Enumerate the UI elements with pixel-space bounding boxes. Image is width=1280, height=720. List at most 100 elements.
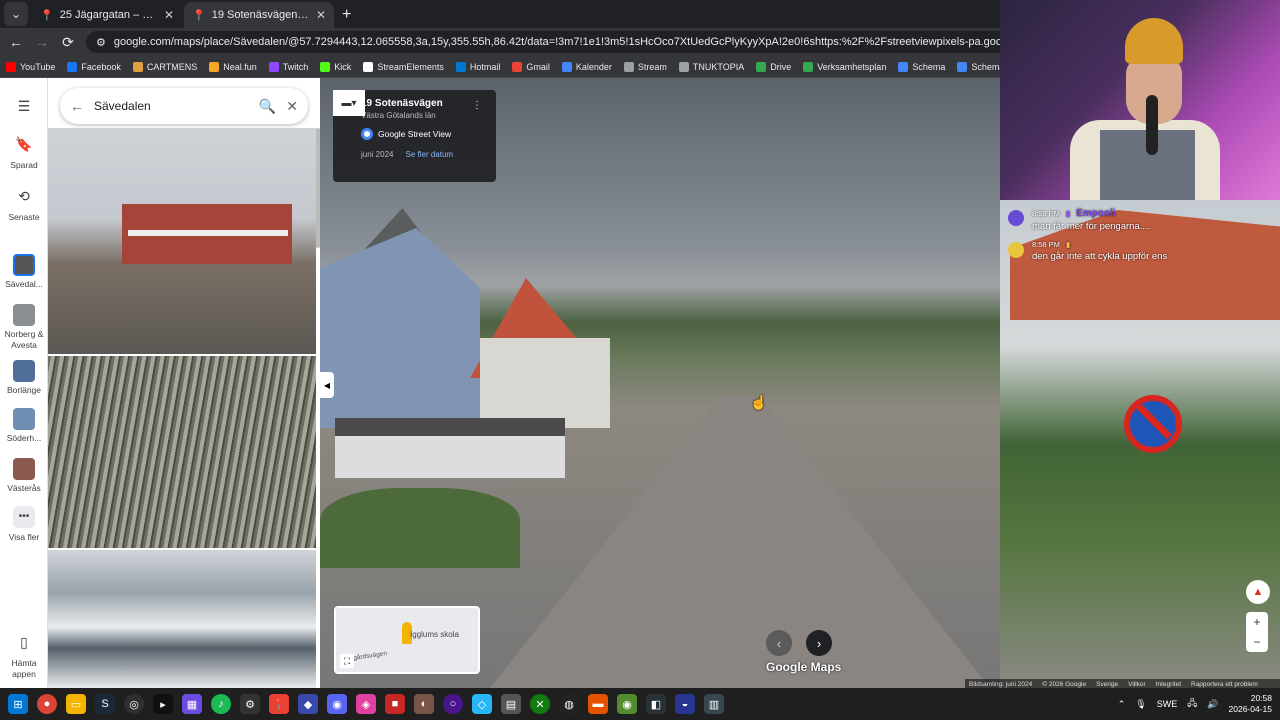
- bookmark-item[interactable]: YouTube: [6, 61, 55, 72]
- rail-show-more[interactable]: ••• Visa fler: [0, 506, 48, 543]
- tab-search-button[interactable]: ⌄: [4, 2, 28, 26]
- chevron-up-icon[interactable]: ⌃: [1118, 699, 1126, 710]
- chat-time: 8:58 PM: [1032, 240, 1060, 249]
- chrome-icon[interactable]: ●: [37, 694, 57, 714]
- new-tab-button[interactable]: +: [342, 2, 351, 28]
- back-icon[interactable]: ←: [8, 34, 24, 50]
- settings-icon[interactable]: ⚙: [240, 694, 260, 714]
- tab-jagargatan[interactable]: 📍 25 Jägargatan – Google Maps ✕: [32, 2, 182, 28]
- place-photo[interactable]: [48, 550, 316, 688]
- bookmark-item[interactable]: Verksamhetsplan: [803, 61, 886, 72]
- compass-icon[interactable]: ▲: [1246, 580, 1270, 604]
- menu-button[interactable]: ☰: [0, 96, 48, 122]
- app-icon[interactable]: ◇: [472, 694, 492, 714]
- rail-saved[interactable]: 🔖 Sparad: [0, 134, 48, 171]
- app-icon[interactable]: ○: [443, 694, 463, 714]
- rail-recent-norberg[interactable]: Norberg & Avesta: [0, 304, 48, 350]
- back-arrow-icon[interactable]: ←: [70, 98, 84, 114]
- xbox-icon[interactable]: ✕: [530, 694, 550, 714]
- house-shape: [480, 338, 610, 428]
- bookmark-item[interactable]: Hotmail: [455, 61, 500, 72]
- spotify-icon[interactable]: ♪: [211, 694, 231, 714]
- place-thumbnail: [13, 458, 35, 480]
- bookmark-favicon-icon: [268, 61, 279, 72]
- bookmark-item[interactable]: Schema: [898, 61, 945, 72]
- bookmark-item[interactable]: Neal.fun: [209, 61, 257, 72]
- reload-icon[interactable]: ⟳: [60, 34, 76, 51]
- terminal-icon[interactable]: ▸: [153, 694, 173, 714]
- zoom-in-button[interactable]: +: [1246, 612, 1268, 632]
- app-icon[interactable]: ◒: [675, 694, 695, 714]
- app-icon[interactable]: ◆: [298, 694, 318, 714]
- app-icon[interactable]: ■: [385, 694, 405, 714]
- app-grid-icon[interactable]: ▦: [182, 694, 202, 714]
- rail-recent-vasteras[interactable]: Västerås: [0, 458, 48, 494]
- footer-item[interactable]: Villkor: [1128, 681, 1146, 688]
- bookmark-label: TNUKTOPIA: [692, 61, 745, 72]
- calculator-icon[interactable]: ▤: [501, 694, 521, 714]
- layer-toggle-button[interactable]: ▬▾: [333, 90, 365, 116]
- bookmark-item[interactable]: CARTMENS: [132, 61, 197, 72]
- zoom-out-button[interactable]: −: [1246, 632, 1268, 652]
- rail-label: Sparad: [10, 160, 38, 170]
- bookmark-item[interactable]: Gmail: [512, 61, 550, 72]
- close-icon[interactable]: ✕: [286, 98, 298, 115]
- chat-message: 8:58 PM ▮ den går inte att cykla uppför …: [1008, 240, 1278, 262]
- expand-icon[interactable]: ⛶: [340, 654, 354, 668]
- footer-item[interactable]: Sverige: [1096, 681, 1118, 688]
- start-icon[interactable]: ⊞: [8, 694, 28, 714]
- card-source: Google Street View: [361, 128, 486, 140]
- previous-image-button[interactable]: ‹: [766, 630, 792, 656]
- network-icon[interactable]: 🖧: [1187, 696, 1197, 712]
- bookmark-item[interactable]: StreamElements: [363, 61, 444, 72]
- obs-icon[interactable]: ◎: [124, 694, 144, 714]
- steam-icon[interactable]: S: [95, 694, 115, 714]
- clock[interactable]: 20:58 2026-04-15: [1229, 693, 1272, 715]
- footer-item[interactable]: Rapportera ett problem: [1191, 681, 1258, 688]
- app-icon[interactable]: ▥: [704, 694, 724, 714]
- rail-recent-soderhamn[interactable]: Söderh...: [0, 408, 48, 444]
- rail-recent-borlange[interactable]: Borlänge: [0, 360, 48, 396]
- footer-item[interactable]: Integritet: [1156, 681, 1181, 688]
- bookmark-favicon-icon: [898, 61, 909, 72]
- bookmark-favicon-icon: [320, 61, 331, 72]
- rail-recent[interactable]: ⟲ Senaste: [0, 186, 48, 223]
- language-indicator[interactable]: SWE: [1157, 699, 1178, 709]
- rail-get-app[interactable]: ▯ Hämta appen: [0, 632, 48, 679]
- road-shape: [490, 398, 990, 688]
- collapse-panel-button[interactable]: ◀: [320, 372, 334, 398]
- microphone-icon[interactable]: 🎙: [1135, 699, 1146, 710]
- tab-close-icon[interactable]: ✕: [164, 8, 174, 22]
- app-icon[interactable]: ◈: [356, 694, 376, 714]
- discord-icon[interactable]: ◉: [327, 694, 347, 714]
- forward-icon[interactable]: →: [34, 34, 50, 50]
- more-dates-link[interactable]: Se fler datum: [405, 150, 453, 159]
- bookmark-item[interactable]: Twitch: [268, 61, 308, 72]
- file-explorer-icon[interactable]: ▭: [66, 694, 86, 714]
- app-icon[interactable]: ◐: [414, 694, 434, 714]
- search-box[interactable]: ← Sävedalen 🔍 ✕: [60, 88, 308, 124]
- tab-close-icon[interactable]: ✕: [316, 8, 326, 22]
- app-icon[interactable]: ◧: [646, 694, 666, 714]
- volume-icon[interactable]: 🔊: [1207, 699, 1218, 710]
- search-input[interactable]: Sävedalen: [94, 99, 249, 113]
- app-icon[interactable]: ▬: [588, 694, 608, 714]
- bookmark-item[interactable]: Drive: [756, 61, 791, 72]
- maps-icon[interactable]: 📍: [269, 694, 289, 714]
- mini-map[interactable]: Igglums skola adgårdsvägen ⛶: [334, 606, 480, 674]
- next-image-button[interactable]: ›: [806, 630, 832, 656]
- app-icon[interactable]: ◍: [559, 694, 579, 714]
- bookmark-item[interactable]: TNUKTOPIA: [678, 61, 745, 72]
- place-photo[interactable]: [48, 356, 316, 548]
- search-icon[interactable]: 🔍: [259, 98, 276, 115]
- rail-recent-savedalen[interactable]: Sävedal...: [0, 254, 48, 290]
- bookmark-item[interactable]: Facebook: [67, 61, 121, 72]
- place-photo[interactable]: [48, 128, 316, 354]
- more-vert-icon[interactable]: ⋮: [472, 100, 482, 111]
- app-icon[interactable]: ◉: [617, 694, 637, 714]
- tab-sotenasvagen[interactable]: 📍 19 Sotenäsvägen – Google Maps ✕: [184, 2, 334, 28]
- bookmark-item[interactable]: Stream: [623, 61, 667, 72]
- bookmark-item[interactable]: Kalender: [561, 61, 612, 72]
- bookmark-item[interactable]: Kick: [320, 61, 351, 72]
- site-info-icon[interactable]: ⚙: [96, 36, 106, 49]
